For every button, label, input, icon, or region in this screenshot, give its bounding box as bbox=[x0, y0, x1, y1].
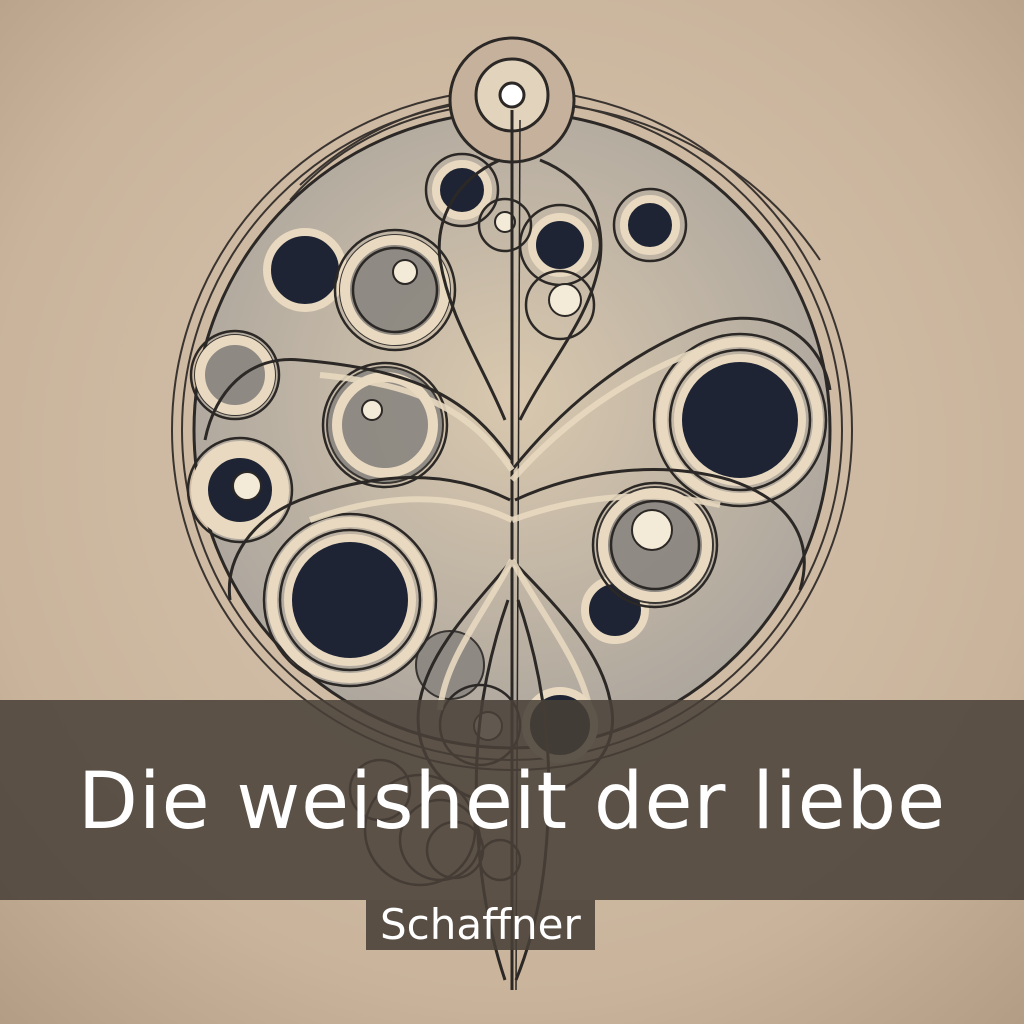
author-name: Schaffner bbox=[366, 900, 595, 950]
book-title: Die weisheit der liebe bbox=[77, 757, 947, 847]
